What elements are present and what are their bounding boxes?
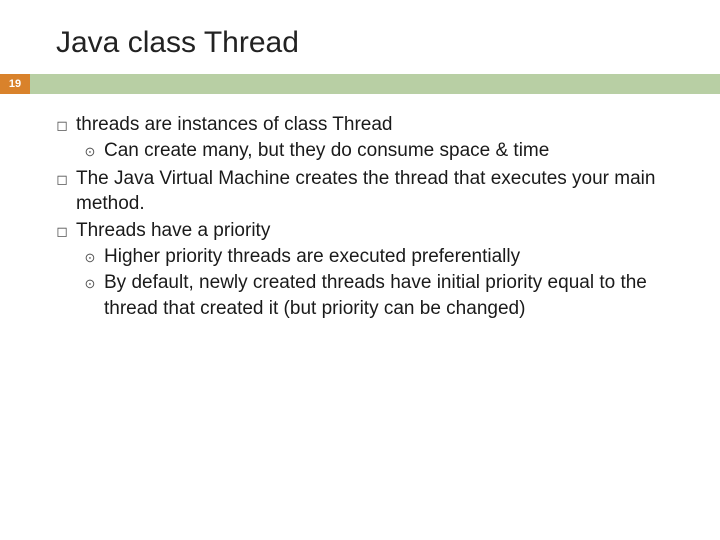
slide-number-badge: 19 [0,74,30,94]
bullet-level1: ◻ The Java Virtual Machine creates the t… [48,166,672,216]
accent-band: 19 [0,74,720,94]
slide-title: Java class Thread [0,0,720,74]
bullet-level2: ⊙ Can create many, but they do consume s… [76,138,672,163]
accent-band-fill [30,74,720,94]
bullet-text: Can create many, but they do consume spa… [104,138,672,163]
bullet-text: threads are instances of class Thread [76,112,672,137]
slide: Java class Thread 19 ◻ threads are insta… [0,0,720,540]
bullet-level2: ⊙ Higher priority threads are executed p… [76,244,672,269]
circle-bullet-icon: ⊙ [76,244,104,266]
bullet-text: By default, newly created threads have i… [104,270,672,320]
square-bullet-icon: ◻ [48,112,76,134]
bullet-text: The Java Virtual Machine creates the thr… [76,166,672,216]
bullet-level2: ⊙ By default, newly created threads have… [76,270,672,320]
circle-bullet-icon: ⊙ [76,138,104,160]
square-bullet-icon: ◻ [48,218,76,240]
square-bullet-icon: ◻ [48,166,76,188]
circle-bullet-icon: ⊙ [76,270,104,292]
bullet-text: Higher priority threads are executed pre… [104,244,672,269]
slide-body: ◻ threads are instances of class Thread … [0,94,720,322]
bullet-text: Threads have a priority [76,218,672,243]
bullet-level1: ◻ Threads have a priority ⊙ Higher prior… [48,218,672,321]
bullet-level1: ◻ threads are instances of class Thread … [48,112,672,164]
